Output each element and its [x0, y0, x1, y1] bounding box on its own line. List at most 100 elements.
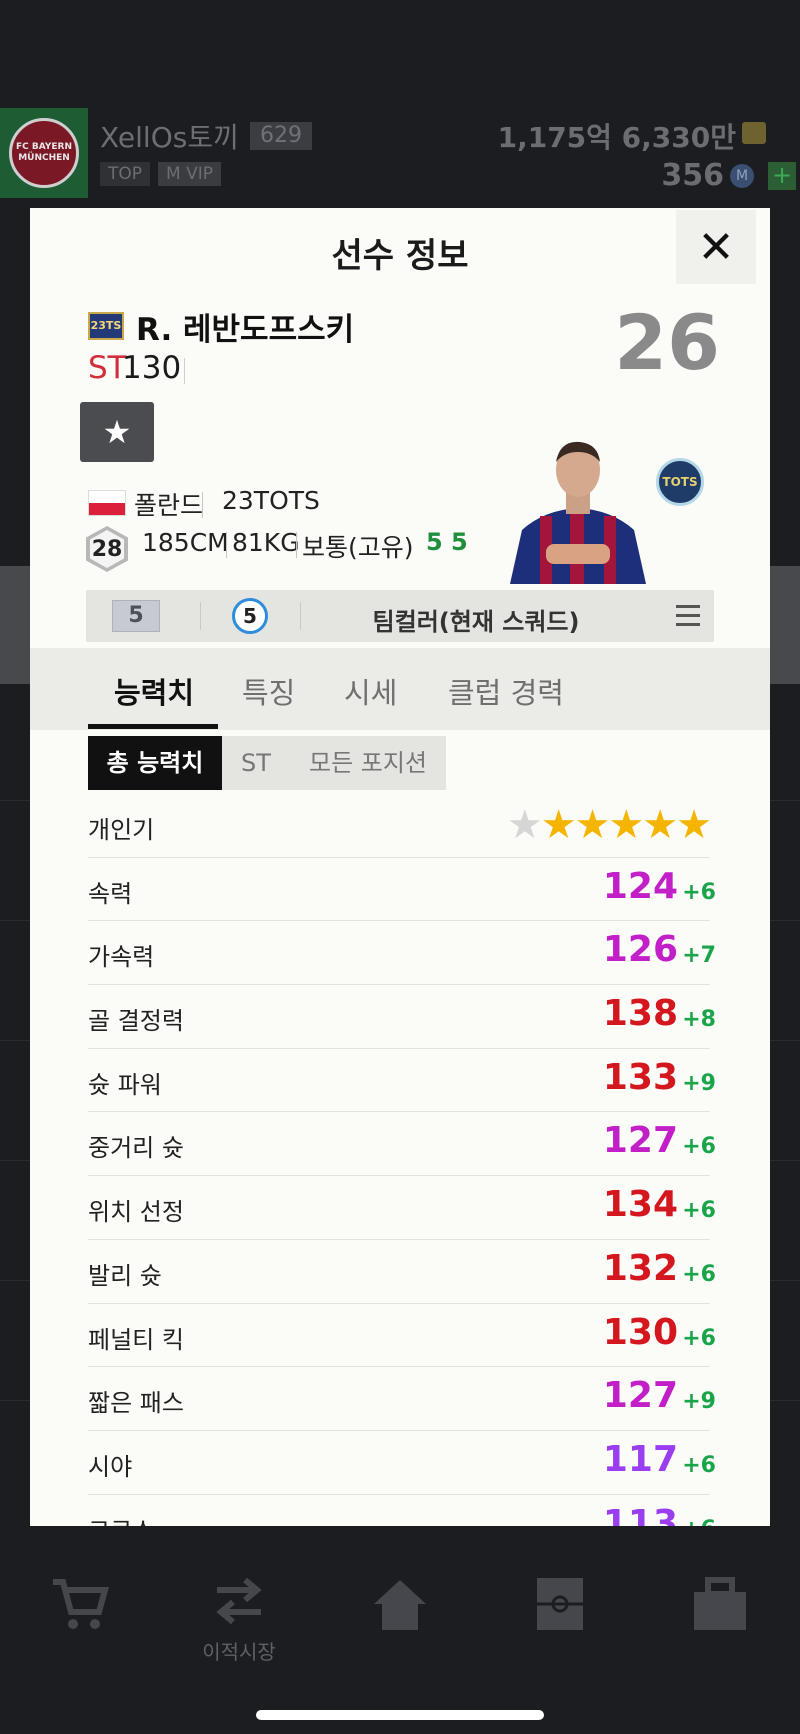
star-filled-icon: ★ — [608, 802, 644, 848]
stat-row: 슛 파워 133 +9 — [88, 1049, 716, 1113]
nav-label-transfer: 이적시장 — [202, 1640, 276, 1664]
player-info-modal: 선수 정보 ✕ 23TS R. 레반도프스키 ST 130 26 ★ 폴란드 2… — [30, 208, 770, 1526]
crest-text: FC BAYERN MÜNCHEN — [9, 118, 79, 188]
stat-label: 골 결정력 — [88, 1007, 184, 1036]
stat-value: 138 — [602, 993, 678, 1035]
tab-bar: 능력치 특징 시세 클럽 경력 — [30, 648, 770, 730]
stat-value: 133 — [602, 1056, 678, 1098]
player-name: R. 레반도프스키 — [136, 312, 355, 348]
top-badge: TOP — [100, 162, 151, 186]
modal-title: 선수 정보 — [331, 236, 469, 276]
stat-bonus: +6 — [682, 1452, 716, 1478]
poland-flag-icon — [88, 490, 126, 516]
nav-squad[interactable] — [515, 1576, 605, 1642]
nav-home[interactable] — [355, 1576, 445, 1642]
favorite-button[interactable]: ★ — [80, 402, 154, 462]
stat-row: 중거리 슛 127 +6 — [88, 1112, 716, 1177]
bottom-navigation: 이적시장 — [0, 1548, 800, 1678]
coin-icon — [742, 122, 766, 144]
add-points-button[interactable]: + — [768, 162, 796, 190]
tab-price[interactable]: 시세 — [344, 670, 397, 712]
stat-value: 124 — [602, 865, 678, 907]
tab-stats[interactable]: 능력치 — [114, 670, 194, 712]
field-icon — [537, 1578, 583, 1630]
player-body-type: 보통(고유) — [302, 533, 414, 562]
card-upgrade-bar: 5 5 팀컬러(현재 스쿼드) — [86, 590, 714, 642]
stat-label: 시야 — [88, 1452, 133, 1481]
stat-value: 113 — [602, 1502, 678, 1526]
transfer-icon — [216, 1577, 262, 1625]
stat-bonus: +6 — [682, 1517, 716, 1526]
stat-label: 가속력 — [88, 943, 155, 972]
star-filled-icon: ★ — [642, 802, 678, 848]
active-tab-indicator — [88, 724, 218, 729]
user-level-badge: 629 — [250, 122, 312, 150]
point-balance: 356 — [661, 158, 724, 193]
subtab-total-stats[interactable]: 총 능력치 — [88, 736, 222, 790]
star-icon: ★ — [102, 413, 132, 451]
divider — [184, 358, 185, 384]
grade-badge[interactable]: 5 — [232, 598, 268, 634]
enhance-level-badge[interactable]: 5 — [112, 600, 160, 632]
stat-bonus: +9 — [682, 1389, 716, 1415]
stat-row: 속력 124 +6 — [88, 858, 716, 922]
menu-icon[interactable] — [676, 605, 700, 627]
season-badge-icon: 23TS — [88, 312, 124, 340]
stat-bonus: +7 — [682, 943, 716, 969]
stat-value: 134 — [602, 1184, 678, 1226]
player-season: 23TOTS — [222, 486, 320, 515]
stat-label: 속력 — [88, 879, 133, 908]
cart-icon — [53, 1579, 109, 1629]
stat-list: 개인기 ★★★★★★ 속력 124 +6 가속력 126 +7 골 결정력 138 +8 슛 파워… — [88, 794, 716, 1526]
stat-bonus: +9 — [682, 1070, 716, 1096]
username: XellOs토끼 — [100, 121, 239, 154]
team-color-selector[interactable]: 팀컬러(현재 스쿼드) — [296, 602, 656, 637]
stat-row: 짧은 패스 127 +9 — [88, 1367, 716, 1431]
foot-rating: 5 5 — [426, 528, 468, 556]
stat-label: 크로스 — [88, 1511, 154, 1526]
subtab-st[interactable]: ST — [222, 736, 290, 790]
club-crest-logo[interactable]: FC BAYERN MÜNCHEN — [0, 108, 88, 198]
stat-value: 127 — [602, 1375, 678, 1417]
divider — [226, 532, 227, 558]
stat-label: 중거리 슛 — [88, 1134, 184, 1163]
tab-club-career[interactable]: 클럽 경력 — [448, 670, 564, 712]
stat-label: 짧은 패스 — [88, 1389, 184, 1418]
nav-inventory[interactable] — [675, 1576, 765, 1642]
stat-row: 크로스 113 +6 — [88, 1495, 716, 1526]
stat-value: 132 — [602, 1247, 678, 1289]
points-icon: M — [730, 164, 754, 188]
stat-bonus: +6 — [682, 1261, 716, 1287]
subtab-all-positions[interactable]: 모든 포지션 — [290, 736, 446, 790]
stat-label: 위치 선정 — [88, 1198, 184, 1227]
stat-bonus: +6 — [682, 1198, 716, 1224]
close-icon: ✕ — [697, 221, 735, 273]
star-filled-icon: ★ — [574, 802, 611, 848]
home-indicator[interactable] — [256, 1710, 544, 1720]
stat-value: 127 — [602, 1120, 678, 1162]
nav-transfer-market[interactable]: 이적시장 — [194, 1576, 284, 1665]
player-height: 185CM — [142, 528, 229, 557]
jersey-number: 26 — [614, 298, 720, 387]
bag-icon — [694, 1577, 746, 1630]
stat-label: 슛 파워 — [88, 1070, 162, 1099]
nav-shop[interactable] — [34, 1576, 124, 1642]
divider — [202, 492, 203, 518]
stat-row: 골 결정력 138 +8 — [88, 985, 716, 1049]
stat-row: 페널티 킥 130 +6 — [88, 1304, 716, 1368]
tab-traits[interactable]: 특징 — [242, 670, 295, 712]
player-position: ST — [88, 350, 127, 386]
coin-balance: 1,175억 6,330만 — [497, 121, 736, 154]
vip-badge: M VIP — [158, 162, 221, 186]
divider — [200, 602, 201, 630]
player-weight: 81KG — [232, 528, 300, 557]
stat-bonus: +6 — [682, 879, 716, 905]
stat-value: 117 — [602, 1438, 678, 1480]
stat-row: 위치 선정 134 +6 — [88, 1176, 716, 1240]
stat-value: 126 — [602, 929, 678, 971]
stat-bonus: +6 — [682, 1134, 716, 1160]
stat-label: 페널티 킥 — [88, 1325, 184, 1354]
divider — [296, 532, 297, 558]
close-button[interactable]: ✕ — [676, 210, 756, 284]
stat-row: 가속력 126 +7 — [88, 921, 716, 986]
